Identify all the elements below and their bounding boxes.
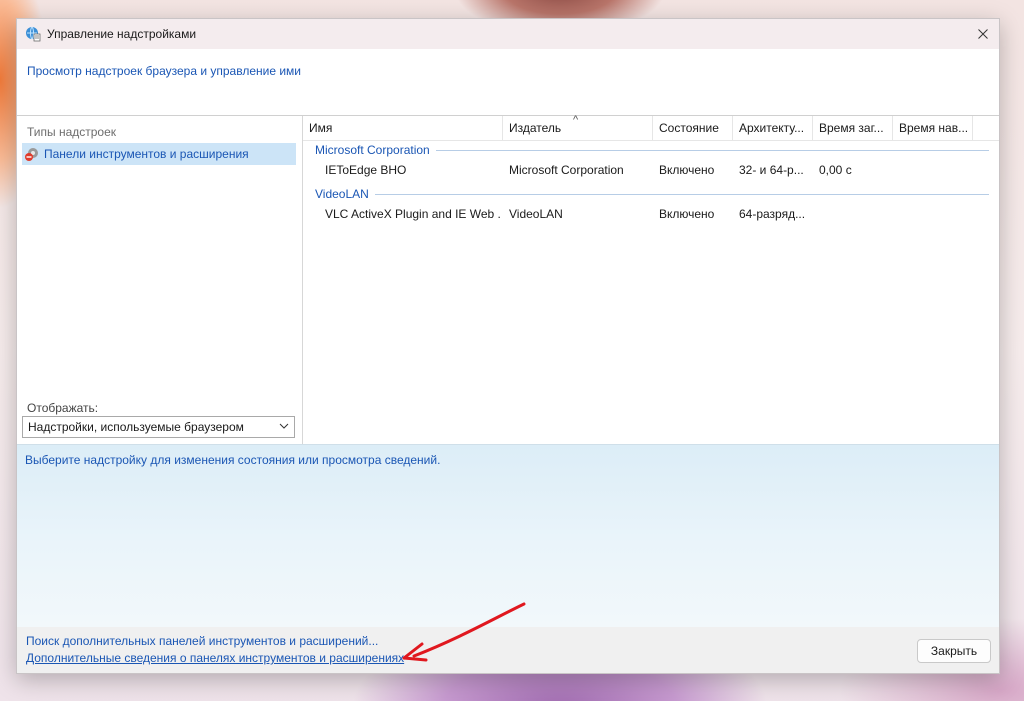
cell-name: IEToEdge BHO (325, 163, 407, 177)
cell-status: Включено (659, 163, 715, 177)
column-header-architecture[interactable]: Архитекту... (733, 116, 813, 140)
column-header-name[interactable]: Имя (303, 116, 503, 140)
show-label: Отображать: (27, 401, 99, 415)
header-description: Просмотр надстроек браузера и управление… (27, 64, 302, 78)
table-row[interactable]: VLC ActiveX Plugin and IE Web ... VideoL… (303, 203, 999, 225)
show-select-value: Надстройки, используемые браузером (28, 420, 244, 434)
manage-addons-window: Управление надстройками Просмотр надстро… (16, 18, 1000, 674)
cell-architecture: 32- и 64-р... (739, 163, 804, 177)
column-header-status[interactable]: Состояние (653, 116, 733, 140)
find-more-toolbars-link[interactable]: Поиск дополнительных панелей инструменто… (26, 634, 378, 648)
group-name: Microsoft Corporation (315, 143, 430, 157)
column-header-load-time[interactable]: Время заг... (813, 116, 893, 140)
group-divider (435, 149, 989, 151)
group-header: Microsoft Corporation (315, 142, 989, 158)
cell-architecture: 64-разряд... (739, 207, 806, 221)
cell-load-time: 0,00 с (819, 163, 852, 177)
group-name: VideoLAN (315, 187, 369, 201)
internet-options-icon (25, 26, 41, 42)
gear-icon (24, 146, 40, 162)
column-headers: Имя Издатель Состояние Архитекту... Врем… (303, 114, 999, 141)
table-row[interactable]: IEToEdge BHO Microsoft Corporation Включ… (303, 159, 999, 181)
details-prompt: Выберите надстройку для изменения состоя… (25, 453, 441, 467)
addon-types-label: Типы надстроек (27, 125, 117, 139)
group-divider (374, 193, 989, 195)
close-button[interactable]: Закрыть (917, 639, 991, 663)
addons-list: Имя Издатель Состояние Архитекту... Врем… (303, 114, 999, 444)
group-header: VideoLAN (315, 186, 989, 202)
close-icon (978, 29, 988, 39)
window-close-button[interactable] (967, 19, 999, 49)
addon-type-label: Панели инструментов и расширения (44, 147, 249, 161)
header-area: Просмотр надстроек браузера и управление… (17, 49, 999, 116)
window-title: Управление надстройками (47, 27, 197, 41)
addon-type-toolbars-extensions[interactable]: Панели инструментов и расширения (22, 143, 296, 165)
cell-publisher: Microsoft Corporation (509, 163, 624, 177)
cell-name: VLC ActiveX Plugin and IE Web ... (325, 207, 501, 221)
chevron-down-icon (279, 423, 289, 429)
learn-more-toolbars-link[interactable]: Дополнительные сведения о панелях инстру… (26, 651, 404, 665)
cell-publisher: VideoLAN (509, 207, 563, 221)
sort-ascending-icon: ^ (573, 114, 579, 126)
title-bar: Управление надстройками (17, 19, 999, 49)
show-select[interactable]: Надстройки, используемые браузером (22, 416, 295, 438)
addon-types-pane: Типы надстроек Панели инструментов и рас… (17, 116, 303, 444)
column-header-navigation-time[interactable]: Время нав... (893, 116, 973, 140)
cell-status: Включено (659, 207, 715, 221)
annotation-arrow-icon (402, 602, 526, 662)
